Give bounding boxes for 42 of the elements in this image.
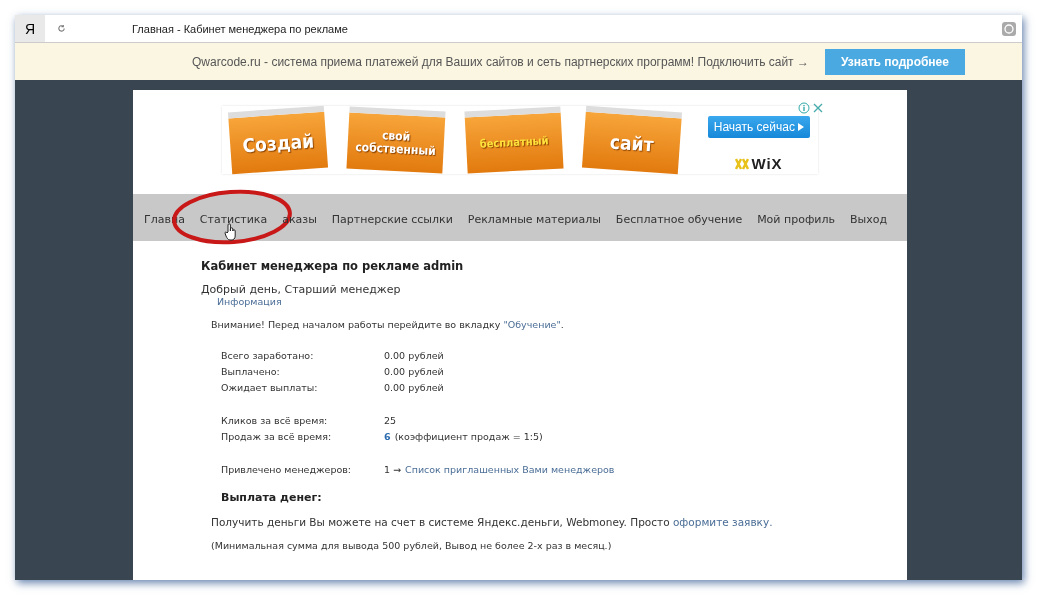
- reload-icon[interactable]: [57, 24, 66, 33]
- stat-value: 0.00 рублей: [384, 350, 445, 361]
- stat-label: Кликов за всё время:: [221, 415, 329, 426]
- managers-link[interactable]: Список приглашенных Вами менеджеров: [405, 464, 615, 475]
- section-heading: Выплата денег:: [221, 491, 323, 504]
- warning-text: Внимание! Перед началом работы перейдите во вкладку "Обучение".: [211, 319, 565, 330]
- info-icon[interactable]: [798, 102, 810, 114]
- nav-link[interactable]: Рекламные материалы: [467, 213, 601, 226]
- nav-link[interactable]: Мой профиль: [757, 213, 835, 226]
- nav-link[interactable]: Бесплатное обучение: [615, 213, 743, 226]
- ad-card: сайт: [581, 105, 683, 175]
- nav-link[interactable]: Выход: [849, 213, 887, 226]
- brand-logo: WiX: [735, 155, 783, 172]
- window-title: Главная - Кабинет менеджера по рекламе: [132, 22, 349, 35]
- stat-label: Всего заработано:: [221, 350, 315, 361]
- stat-value: 0.00 рублей: [384, 366, 445, 377]
- stat-label: Привлечено менеджеров:: [221, 464, 353, 475]
- notice-text: Qwarcode.ru - система приема платежей для Ваших сайтов и сеть партнерских программ! Подключить сайт →: [192, 54, 809, 69]
- stat-label: Продаж за всё время:: [221, 431, 333, 442]
- stat-value: 0.00 рублей: [384, 382, 445, 393]
- play-icon: [798, 123, 805, 131]
- stat-value: 1 →: [384, 464, 402, 475]
- request-link[interactable]: оформите заявку.: [672, 516, 773, 528]
- hand-cursor-icon: [223, 223, 238, 241]
- ad-card: Создай: [227, 105, 329, 175]
- ad-card: бесплатный: [464, 106, 564, 174]
- stat-label: Ожидает выплаты:: [221, 382, 319, 393]
- nav-link[interactable]: Партнерские ссылки: [331, 213, 453, 226]
- payout-note: (Минимальная сумма для вывода 500 рублей, Вывод не более 2-х раз в месяц.): [211, 540, 613, 551]
- extension-icon[interactable]: [1002, 21, 1016, 36]
- greeting-text: Добрый день, Старший менеджер: [201, 283, 402, 296]
- page-heading: Кабинет менеджера по рекламе admin: [201, 259, 465, 273]
- stat-value: 25: [384, 415, 398, 426]
- stat-value: 6 (коэффициент продаж = 1:5): [384, 431, 544, 442]
- training-link[interactable]: "Обучение": [503, 319, 561, 330]
- ad-card: свой собственный: [346, 106, 446, 174]
- stat-label: Выплачено:: [221, 366, 281, 377]
- browser-logo: Я: [15, 15, 45, 42]
- nav-link[interactable]: Статистика: [199, 213, 268, 226]
- close-icon[interactable]: [812, 102, 824, 114]
- payout-text: Получить деньги Вы можете на счет в системе Яндекс.деньги, Webmoney. Просто оформите заявку.: [211, 516, 774, 528]
- info-link[interactable]: Информация: [217, 296, 282, 307]
